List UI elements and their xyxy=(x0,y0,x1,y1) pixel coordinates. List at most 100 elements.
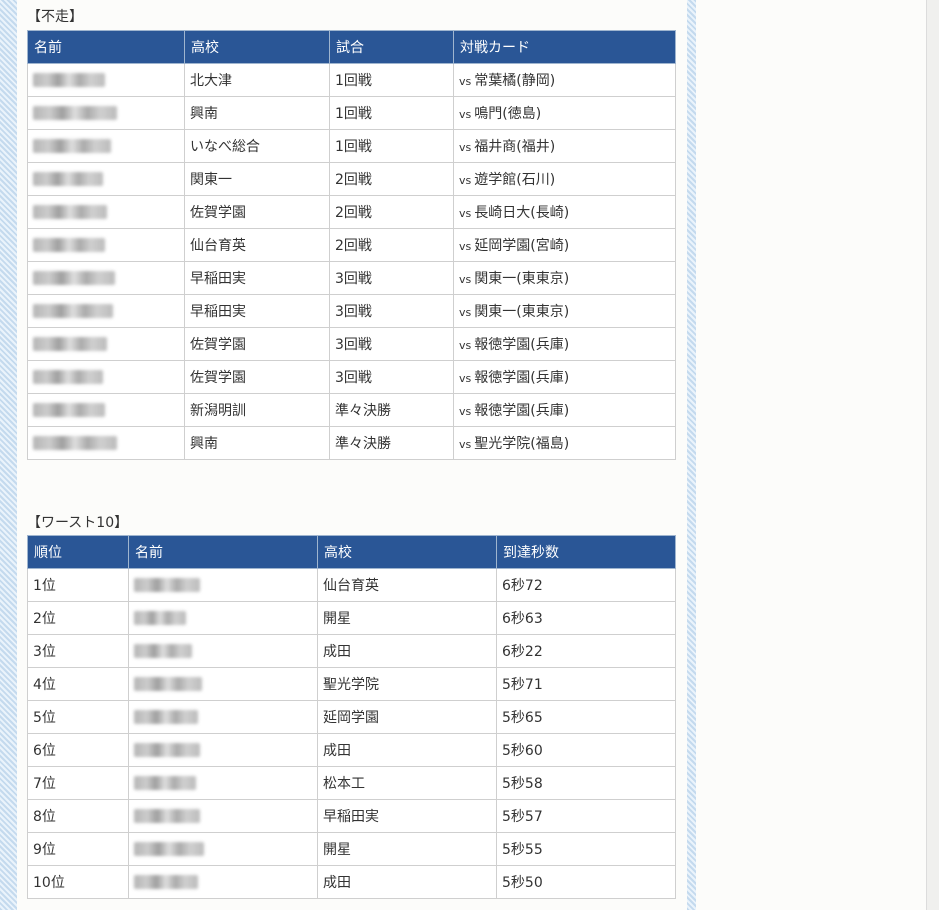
school-cell: 佐賀学園 xyxy=(184,327,330,361)
time-cell: 5秒65 xyxy=(496,700,676,734)
redacted-name xyxy=(134,611,186,625)
school-cell: 成田 xyxy=(317,634,497,668)
school-cell: 佐賀学園 xyxy=(184,360,330,394)
redacted-name xyxy=(33,73,105,87)
school-cell: 早稲田実 xyxy=(184,261,330,295)
name-cell xyxy=(128,667,318,701)
header-rank: 順位 xyxy=(27,535,129,569)
matchup-cell: vs 鳴門(徳島) xyxy=(453,96,676,130)
name-cell xyxy=(27,195,185,229)
table-row: 北大津 1回戦 vs 常葉橘(静岡) xyxy=(27,63,676,97)
time-cell: 5秒60 xyxy=(496,733,676,767)
opponent-label: 遊学館(石川) xyxy=(474,172,556,188)
match-cell: 準々決勝 xyxy=(329,393,454,427)
right-decorative-stripe xyxy=(687,0,696,910)
name-cell xyxy=(128,601,318,635)
school-cell: 早稲田実 xyxy=(184,294,330,328)
rank-cell: 7位 xyxy=(27,766,129,800)
school-cell: 聖光学院 xyxy=(317,667,497,701)
time-cell: 5秒57 xyxy=(496,799,676,833)
time-cell: 5秒71 xyxy=(496,667,676,701)
match-cell: 3回戦 xyxy=(329,360,454,394)
match-cell: 1回戦 xyxy=(329,96,454,130)
vs-label: vs xyxy=(459,207,472,220)
header-school: 高校 xyxy=(317,535,497,569)
school-cell: 早稲田実 xyxy=(317,799,497,833)
vs-label: vs xyxy=(459,273,472,286)
section-title-no-run: 【不走】 xyxy=(27,9,83,25)
opponent-label: 報徳学園(兵庫) xyxy=(474,370,570,386)
opponent-label: 関東一(東東京) xyxy=(474,271,570,287)
matchup-cell: vs 長崎日大(長崎) xyxy=(453,195,676,229)
vs-label: vs xyxy=(459,75,472,88)
sidebar xyxy=(696,0,926,910)
header-match: 試合 xyxy=(329,30,454,64)
rank-cell: 3位 xyxy=(27,634,129,668)
redacted-name xyxy=(134,710,198,724)
match-cell: 3回戦 xyxy=(329,327,454,361)
vs-label: vs xyxy=(459,306,472,319)
vs-label: vs xyxy=(459,108,472,121)
table-row: 1位 仙台育英 6秒72 xyxy=(27,568,676,602)
table-row: いなべ総合 1回戦 vs 福井商(福井) xyxy=(27,129,676,163)
matchup-cell: vs 常葉橘(静岡) xyxy=(453,63,676,97)
name-cell xyxy=(27,426,185,460)
table-row: 早稲田実 3回戦 vs 関東一(東東京) xyxy=(27,261,676,295)
table-row: 10位 成田 5秒50 xyxy=(27,865,676,899)
rank-cell: 6位 xyxy=(27,733,129,767)
matchup-cell: vs 遊学館(石川) xyxy=(453,162,676,196)
name-cell xyxy=(27,96,185,130)
matchup-cell: vs 福井商(福井) xyxy=(453,129,676,163)
table-row: 佐賀学園 2回戦 vs 長崎日大(長崎) xyxy=(27,195,676,229)
name-cell xyxy=(128,700,318,734)
name-cell xyxy=(27,327,185,361)
school-cell: 成田 xyxy=(317,733,497,767)
table-row: 早稲田実 3回戦 vs 関東一(東東京) xyxy=(27,294,676,328)
table-row: 7位 松本工 5秒58 xyxy=(27,766,676,800)
redacted-name xyxy=(134,875,198,889)
rank-cell: 10位 xyxy=(27,865,129,899)
redacted-name xyxy=(33,271,115,285)
section-title-worst-10: 【ワースト10】 xyxy=(27,515,129,531)
school-cell: 成田 xyxy=(317,865,497,899)
table-row: 仙台育英 2回戦 vs 延岡学園(宮崎) xyxy=(27,228,676,262)
school-cell: 延岡学園 xyxy=(317,700,497,734)
opponent-label: 常葉橘(静岡) xyxy=(474,73,556,89)
time-cell: 6秒72 xyxy=(496,568,676,602)
school-cell: 佐賀学園 xyxy=(184,195,330,229)
name-cell xyxy=(128,568,318,602)
name-cell xyxy=(27,360,185,394)
school-cell: 開星 xyxy=(317,601,497,635)
redacted-name xyxy=(134,644,192,658)
rank-cell: 2位 xyxy=(27,601,129,635)
table-row: 6位 成田 5秒60 xyxy=(27,733,676,767)
school-cell: 松本工 xyxy=(317,766,497,800)
header-name: 名前 xyxy=(128,535,318,569)
redacted-name xyxy=(33,139,111,153)
scrollbar[interactable] xyxy=(926,0,939,910)
redacted-name xyxy=(33,436,117,450)
table-row: 佐賀学園 3回戦 vs 報徳学園(兵庫) xyxy=(27,327,676,361)
match-cell: 2回戦 xyxy=(329,195,454,229)
rank-cell: 5位 xyxy=(27,700,129,734)
name-cell xyxy=(27,393,185,427)
time-cell: 5秒55 xyxy=(496,832,676,866)
table-row: 4位 聖光学院 5秒71 xyxy=(27,667,676,701)
opponent-label: 延岡学園(宮崎) xyxy=(474,238,570,254)
vs-label: vs xyxy=(459,174,472,187)
matchup-cell: vs 聖光学院(福島) xyxy=(453,426,676,460)
school-cell: 興南 xyxy=(184,96,330,130)
redacted-name xyxy=(33,337,107,351)
opponent-label: 報徳学園(兵庫) xyxy=(474,403,570,419)
opponent-label: 報徳学園(兵庫) xyxy=(474,337,570,353)
redacted-name xyxy=(33,304,113,318)
time-cell: 6秒63 xyxy=(496,601,676,635)
opponent-label: 関東一(東東京) xyxy=(474,304,570,320)
rank-cell: 9位 xyxy=(27,832,129,866)
opponent-label: 福井商(福井) xyxy=(474,139,556,155)
table-header-row: 順位 名前 高校 到達秒数 xyxy=(27,535,676,569)
no-run-table: 名前 高校 試合 対戦カード 北大津 1回戦 vs 常葉橘(静岡) 興南 1回戦 vs 鳴門(… xyxy=(27,30,676,460)
name-cell xyxy=(128,832,318,866)
name-cell xyxy=(27,162,185,196)
school-cell: 仙台育英 xyxy=(184,228,330,262)
